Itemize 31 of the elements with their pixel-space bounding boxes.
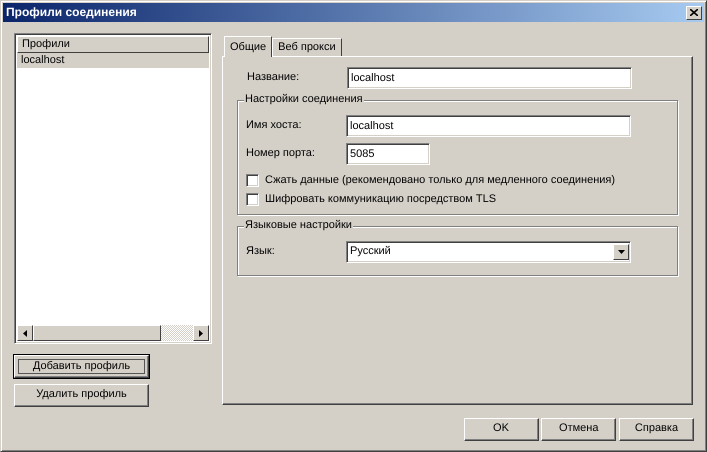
checkbox[interactable] [246,174,259,188]
scroll-left-icon [23,330,27,336]
dialog-button[interactable]: OK [464,418,538,440]
checkbox-label: Сжать данные (рекомендовано только для медленного соединения) [265,174,616,188]
field-label: Имя хоста: [246,119,303,133]
horizontal-scrollbar[interactable] [17,325,209,341]
list-item[interactable]: localhost [17,53,209,68]
dropdown-arrow-icon [618,250,624,254]
profile-button[interactable]: Удалить профиль [14,384,149,406]
dialog-button[interactable]: Справка [619,418,694,440]
group-title: Настройки соединения [244,93,364,106]
tab[interactable]: Общие [224,36,272,57]
text-field[interactable]: localhost [347,67,632,89]
field-label: Название: [247,71,300,85]
column-header[interactable]: Профили [17,36,209,53]
scroll-right-icon [199,330,203,336]
group-title: Языковые настройки [244,218,353,232]
text-field[interactable]: 5085 [346,142,430,164]
text-field[interactable]: localhost [346,115,631,137]
field-label: Язык: [246,245,276,258]
profile-button[interactable]: Добавить профиль [14,355,149,378]
close-button[interactable] [686,6,702,20]
language-dropdown[interactable]: Русский [346,240,631,263]
field-label: Номер порта: [246,146,316,160]
checkbox-label: Шифровать коммуникацию посредством TLS [265,192,496,206]
window-title: Профили соединения [6,5,137,20]
checkbox[interactable] [246,192,259,206]
close-icon [690,9,698,16]
dropdown-value: Русский [350,245,391,258]
tab[interactable]: Веб прокси [272,38,342,56]
dialog-button[interactable]: Отмена [541,418,616,440]
